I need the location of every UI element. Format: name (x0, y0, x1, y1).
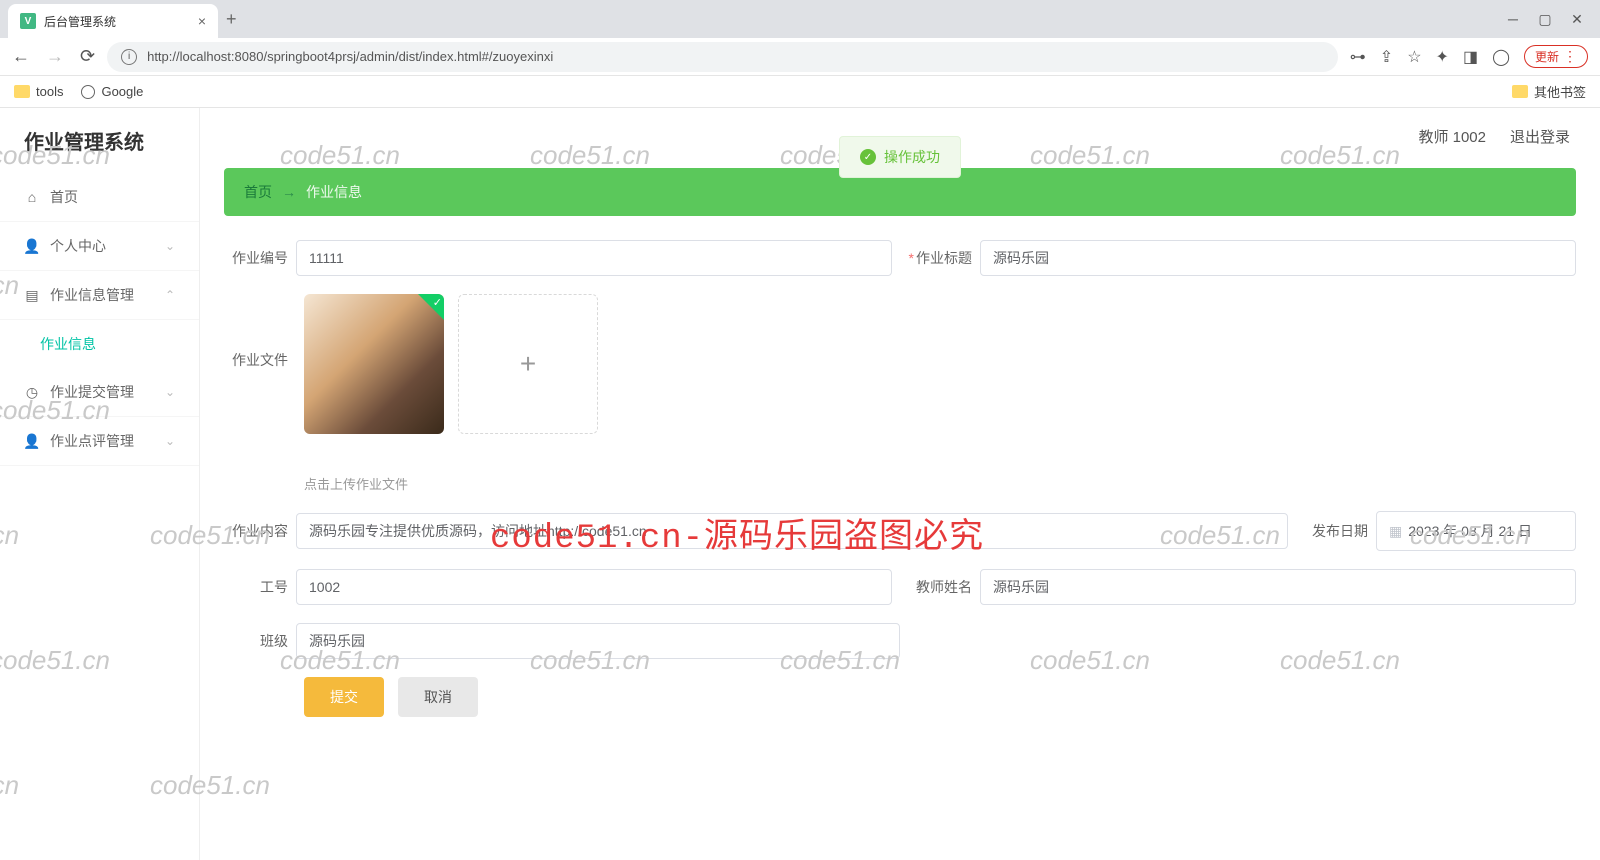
uploaded-file-thumb[interactable] (304, 294, 444, 434)
forward-icon[interactable]: → (46, 46, 64, 67)
reload-icon[interactable]: ⟳ (80, 46, 95, 67)
update-button[interactable]: 更新 ⋮ (1524, 45, 1588, 68)
sidebar: 作业管理系统 ⌂ 首页 👤 个人中心 ⌄ ▤ 作业信息管理 ⌃ 作业信息 ◷ 作… (0, 108, 200, 860)
clock-icon: ◷ (24, 384, 40, 400)
tab-title: 后台管理系统 (44, 13, 190, 30)
main-content: 教师 1002 退出登录 ✓ 操作成功 首页 → 作业信息 作业编号 *作业标题 (200, 108, 1600, 860)
sidebar-item-workinfo-sub[interactable]: 作业信息 (0, 320, 199, 368)
breadcrumb-current: 作业信息 (306, 182, 362, 202)
password-icon[interactable]: ⊶ (1350, 47, 1366, 67)
profile-icon[interactable]: ◯ (1492, 47, 1510, 67)
sidebar-item-label: 作业点评管理 (50, 431, 134, 451)
breadcrumb-home[interactable]: 首页 (244, 182, 272, 202)
label-file: 作业文件 (224, 350, 288, 370)
sidebar-item-review[interactable]: 👤 作业点评管理 ⌄ (0, 417, 199, 466)
close-tab-icon[interactable]: × (198, 13, 206, 29)
label-title: *作业标题 (908, 248, 972, 268)
arrow-right-icon: → (282, 184, 296, 200)
teacher-input[interactable] (980, 569, 1576, 605)
upload-success-icon (418, 294, 444, 320)
bookmark-bar: tools Google 其他书签 (0, 76, 1600, 108)
sidebar-item-workinfo[interactable]: ▤ 作业信息管理 ⌃ (0, 271, 199, 320)
user-icon: 👤 (24, 433, 40, 449)
label-content: 作业内容 (224, 521, 288, 541)
bookmark-tools[interactable]: tools (14, 84, 63, 99)
chevron-up-icon: ⌃ (165, 288, 175, 302)
date-picker[interactable]: ▦ 2023 年 08 月 21 日 (1376, 511, 1576, 551)
toast-text: 操作成功 (884, 147, 940, 167)
browser-tab[interactable]: V 后台管理系统 × (8, 4, 218, 38)
folder-icon (14, 85, 30, 98)
label-class: 班级 (224, 631, 288, 651)
back-icon[interactable]: ← (12, 46, 30, 67)
chevron-down-icon: ⌄ (165, 385, 175, 399)
id-input[interactable] (296, 240, 892, 276)
label-teacher: 教师姓名 (908, 577, 972, 597)
bookmark-star-icon[interactable]: ☆ (1407, 47, 1421, 67)
address-bar[interactable]: i http://localhost:8080/springboot4prsj/… (107, 42, 1338, 72)
top-right-bar: 教师 1002 退出登录 (1388, 108, 1600, 165)
other-bookmarks[interactable]: 其他书签 (1512, 82, 1586, 101)
sidebar-item-label: 首页 (50, 187, 78, 207)
share-icon[interactable]: ⇪ (1380, 47, 1393, 67)
user-icon: 👤 (24, 238, 40, 254)
date-value: 2023 年 08 月 21 日 (1408, 521, 1532, 541)
empid-input[interactable] (296, 569, 892, 605)
work-form: 作业编号 *作业标题 作业文件 + 点击上传作业 (200, 216, 1600, 741)
logout-link[interactable]: 退出登录 (1510, 126, 1570, 147)
sidebar-item-personal[interactable]: 👤 个人中心 ⌄ (0, 222, 199, 271)
chevron-down-icon: ⌄ (165, 434, 175, 448)
label-empid: 工号 (224, 577, 288, 597)
current-user[interactable]: 教师 1002 (1418, 126, 1486, 147)
label-date: 发布日期 (1304, 521, 1368, 541)
upload-add-button[interactable]: + (458, 294, 598, 434)
sidebar-item-label: 作业提交管理 (50, 382, 134, 402)
bookmark-google[interactable]: Google (81, 84, 143, 99)
app-title: 作业管理系统 (0, 108, 199, 173)
calendar-icon: ▦ (1389, 523, 1402, 540)
google-icon (81, 85, 95, 99)
chevron-down-icon: ⌄ (165, 239, 175, 253)
side-panel-icon[interactable]: ◨ (1463, 47, 1478, 67)
class-input[interactable] (296, 623, 900, 659)
window-maximize-icon[interactable]: ▢ (1538, 11, 1552, 28)
sidebar-item-home[interactable]: ⌂ 首页 (0, 173, 199, 222)
watermark-red: code51.cn-源码乐园盗图必究 (490, 508, 984, 558)
extensions-icon[interactable]: ✦ (1436, 47, 1449, 67)
label-id: 作业编号 (224, 248, 288, 268)
window-minimize-icon[interactable]: ─ (1506, 11, 1520, 28)
browser-tab-strip: V 后台管理系统 × + ─ ▢ ✕ (0, 0, 1600, 38)
url-text: http://localhost:8080/springboot4prsj/ad… (147, 49, 553, 64)
sidebar-item-label: 作业信息 (40, 334, 96, 354)
success-toast: ✓ 操作成功 (839, 136, 961, 178)
submit-button[interactable]: 提交 (304, 677, 384, 717)
upload-tip: 点击上传作业文件 (304, 474, 598, 493)
new-tab-button[interactable]: + (226, 9, 237, 30)
form-icon: ▤ (24, 287, 40, 303)
vue-favicon-icon: V (20, 13, 36, 29)
home-icon: ⌂ (24, 189, 40, 205)
sidebar-item-label: 个人中心 (50, 236, 106, 256)
site-info-icon[interactable]: i (121, 49, 137, 65)
check-circle-icon: ✓ (860, 149, 876, 165)
folder-icon (1512, 85, 1528, 98)
sidebar-item-submit[interactable]: ◷ 作业提交管理 ⌄ (0, 368, 199, 417)
cancel-button[interactable]: 取消 (398, 677, 478, 717)
sidebar-item-label: 作业信息管理 (50, 285, 134, 305)
title-input[interactable] (980, 240, 1576, 276)
browser-toolbar: ← → ⟳ i http://localhost:8080/springboot… (0, 38, 1600, 76)
window-close-icon[interactable]: ✕ (1570, 11, 1584, 28)
